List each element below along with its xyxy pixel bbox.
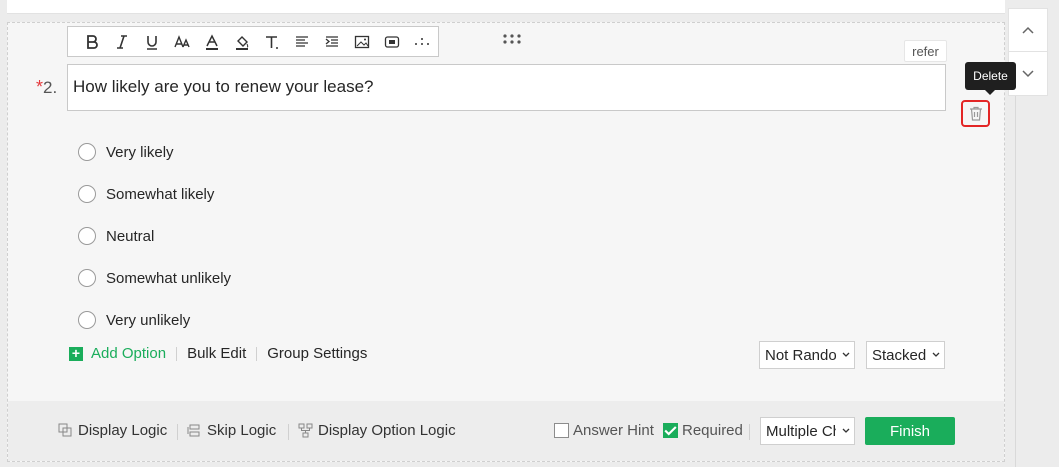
chevron-down-icon xyxy=(1022,69,1034,77)
chevron-down-icon xyxy=(842,352,850,357)
question-title-input[interactable]: How likely are you to renew your lease? xyxy=(67,64,946,111)
option-label[interactable]: Very unlikely xyxy=(106,312,190,329)
display-option-logic-link[interactable]: Display Option Logic xyxy=(298,422,456,439)
align-button[interactable] xyxy=(287,27,317,56)
layout-select-value: Stacked xyxy=(872,346,927,364)
previous-question-card xyxy=(7,0,1005,14)
font-color-icon xyxy=(206,33,218,50)
refer-button[interactable]: refer xyxy=(904,40,947,62)
bold-button[interactable] xyxy=(77,27,107,56)
question-footer: Display Logic Skip Logic Display Option … xyxy=(8,401,1004,461)
divider xyxy=(1015,96,1016,467)
required-toggle[interactable]: Required xyxy=(663,422,743,439)
skip-logic-link[interactable]: Skip Logic xyxy=(187,422,276,439)
required-mark: * xyxy=(36,77,44,97)
check-icon xyxy=(664,426,677,436)
divider xyxy=(288,424,289,440)
clear-format-icon xyxy=(266,35,278,49)
radio-button[interactable] xyxy=(78,143,96,161)
option-label[interactable]: Somewhat unlikely xyxy=(106,270,231,287)
align-icon xyxy=(296,35,308,47)
fill-color-icon xyxy=(236,35,249,50)
display-logic-label: Display Logic xyxy=(78,422,168,439)
more-button[interactable] xyxy=(407,27,437,56)
more-icon xyxy=(415,37,429,45)
font-size-button[interactable] xyxy=(167,27,197,56)
drag-handle-icon[interactable] xyxy=(502,33,522,45)
answer-hint-checkbox[interactable] xyxy=(554,423,569,438)
underline-icon xyxy=(147,35,157,50)
divider xyxy=(177,424,178,440)
display-logic-link[interactable]: Display Logic xyxy=(58,422,167,439)
image-icon xyxy=(354,35,370,48)
question-card: refer *2. How likely are you to renew yo… xyxy=(7,22,1016,462)
layout-select[interactable]: Stacked xyxy=(866,341,945,369)
option-item[interactable]: Very likely xyxy=(78,131,231,173)
option-item[interactable]: Somewhat unlikely xyxy=(78,257,231,299)
indent-button[interactable] xyxy=(317,27,347,56)
media-icon xyxy=(384,35,400,48)
font-color-button[interactable] xyxy=(197,27,227,56)
question-type-select[interactable]: Multiple Choice xyxy=(760,417,855,445)
chevron-up-icon xyxy=(1022,26,1034,34)
italic-icon xyxy=(117,34,127,49)
display-option-logic-label: Display Option Logic xyxy=(318,422,456,439)
delete-button[interactable] xyxy=(961,100,990,127)
options-list: Very likely Somewhat likely Neutral Some… xyxy=(78,131,231,341)
radio-button[interactable] xyxy=(78,311,96,329)
font-size-icon xyxy=(174,34,190,47)
image-button[interactable] xyxy=(347,27,377,56)
chevron-down-icon xyxy=(842,428,850,433)
divider xyxy=(176,346,178,361)
chevron-down-icon xyxy=(932,352,940,357)
option-logic-icon xyxy=(298,423,313,438)
question-number-label: 2. xyxy=(43,78,58,97)
bold-icon xyxy=(87,34,98,49)
randomize-select[interactable]: Not Random xyxy=(759,341,855,369)
indent-icon xyxy=(325,35,338,47)
option-item[interactable]: Neutral xyxy=(78,215,231,257)
radio-button[interactable] xyxy=(78,227,96,245)
underline-button[interactable] xyxy=(137,27,167,56)
add-option-link[interactable]: Add Option xyxy=(91,345,166,362)
rich-text-toolbar xyxy=(67,26,439,57)
question-number: *2. xyxy=(36,77,57,98)
finish-button[interactable]: Finish xyxy=(865,417,955,445)
skip-logic-label: Skip Logic xyxy=(207,422,277,439)
plus-icon[interactable]: + xyxy=(69,346,83,361)
clear-format-button[interactable] xyxy=(257,27,287,56)
required-label: Required xyxy=(682,422,743,439)
option-label[interactable]: Neutral xyxy=(106,228,154,245)
option-actions: + Add Option Bulk Edit Group Settings xyxy=(69,345,367,362)
trash-icon xyxy=(969,106,982,121)
option-label[interactable]: Somewhat likely xyxy=(106,186,214,203)
divider xyxy=(749,424,750,440)
bulk-edit-link[interactable]: Bulk Edit xyxy=(187,345,246,362)
move-up-button[interactable] xyxy=(1009,9,1047,52)
media-button[interactable] xyxy=(377,27,407,56)
display-logic-icon xyxy=(58,423,72,437)
answer-hint-toggle[interactable]: Answer Hint xyxy=(554,422,654,439)
option-label[interactable]: Very likely xyxy=(106,144,174,161)
group-settings-link[interactable]: Group Settings xyxy=(267,345,367,362)
divider xyxy=(256,346,258,361)
answer-hint-label: Answer Hint xyxy=(573,422,654,439)
fill-color-button[interactable] xyxy=(227,27,257,56)
skip-logic-icon xyxy=(187,424,200,437)
italic-button[interactable] xyxy=(107,27,137,56)
radio-button[interactable] xyxy=(78,185,96,203)
radio-button[interactable] xyxy=(78,269,96,287)
required-checkbox[interactable] xyxy=(663,423,678,438)
option-item[interactable]: Very unlikely xyxy=(78,299,231,341)
delete-tooltip: Delete xyxy=(965,62,1016,95)
option-item[interactable]: Somewhat likely xyxy=(78,173,231,215)
